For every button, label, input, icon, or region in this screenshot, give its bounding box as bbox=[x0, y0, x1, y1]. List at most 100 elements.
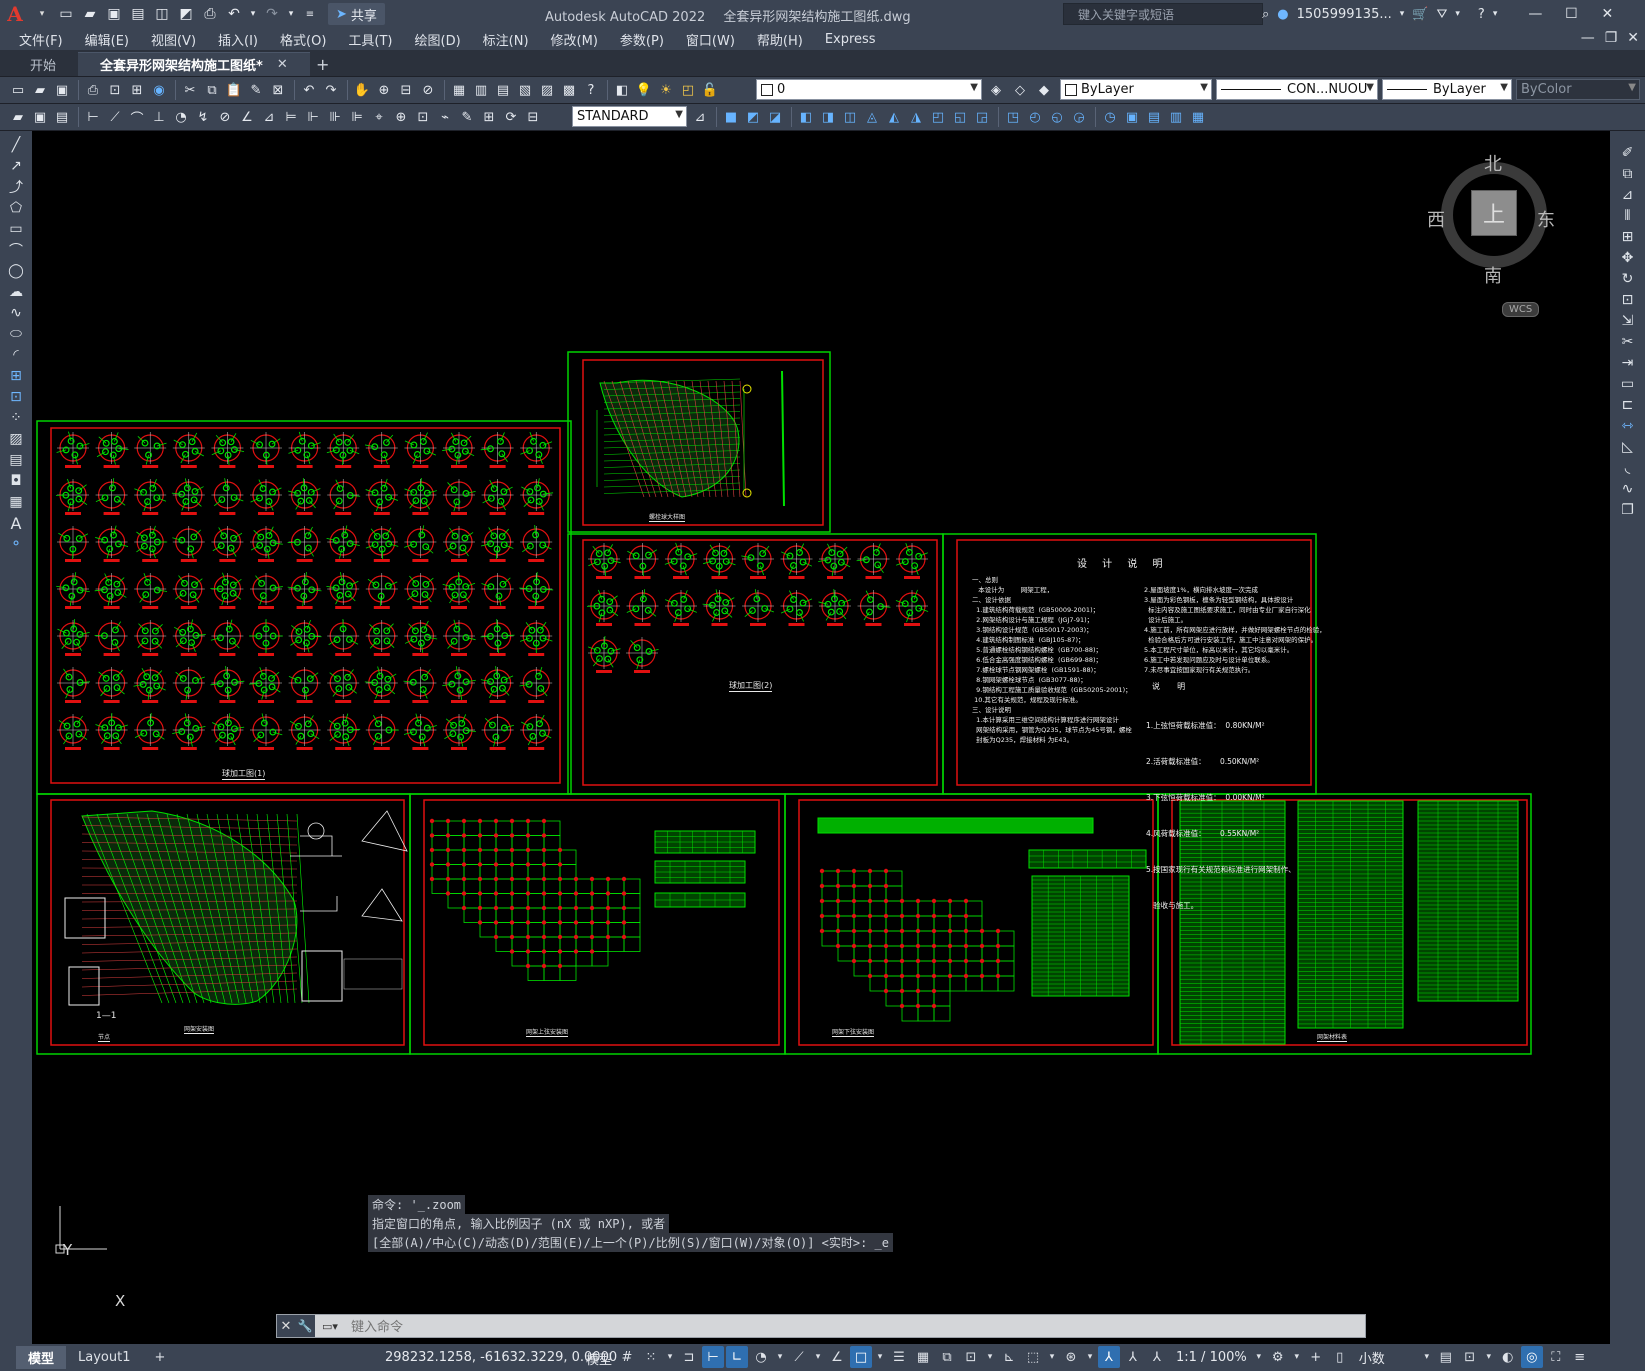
customization-icon[interactable]: ≡ bbox=[1569, 1346, 1591, 1368]
pan-icon[interactable]: ✋ bbox=[352, 80, 372, 100]
hardware-acceleration-icon[interactable]: ◎ bbox=[1520, 1346, 1543, 1368]
save-web-icon[interactable]: ◩ bbox=[175, 3, 197, 25]
3d-align-icon[interactable]: ◵ bbox=[1047, 107, 1067, 127]
region-icon[interactable]: ◘ bbox=[4, 471, 28, 491]
undo-dropdown-icon[interactable]: ▾ bbox=[247, 3, 259, 25]
save-toolbar-icon[interactable]: ▣ bbox=[52, 80, 72, 100]
solid-cone-icon[interactable]: ◪ bbox=[765, 107, 785, 127]
annotation-scale-icon[interactable]: ⅄ bbox=[1146, 1346, 1168, 1368]
construction-line-icon[interactable]: ↗ bbox=[4, 156, 28, 176]
solid-box-icon[interactable]: ■ bbox=[721, 107, 741, 127]
infer-constraints-icon[interactable]: ⊐ bbox=[678, 1346, 700, 1368]
tab-start[interactable]: 开始 bbox=[8, 52, 79, 76]
add-layout-icon[interactable]: + bbox=[142, 1348, 177, 1367]
compass-east[interactable]: 东 bbox=[1537, 206, 1555, 232]
redo-icon[interactable]: ↷ bbox=[261, 3, 283, 25]
dynamic-input-icon[interactable]: ⊢ bbox=[702, 1346, 724, 1368]
recent-commands-icon[interactable]: ▭▾ bbox=[315, 1315, 345, 1337]
save-as-icon[interactable]: ▤ bbox=[127, 3, 149, 25]
point-icon[interactable]: ⁘ bbox=[4, 408, 28, 428]
model-space-toggle[interactable]: 模型 bbox=[586, 1349, 612, 1368]
insert-block-icon[interactable]: ⊞ bbox=[4, 366, 28, 386]
compass-west[interactable]: 西 bbox=[1427, 206, 1445, 232]
menu-express[interactable]: Express bbox=[814, 32, 887, 47]
cursor-coordinates[interactable]: 298232.1258, -61632.3229, 0.0000 bbox=[385, 1350, 617, 1365]
tab-model[interactable]: 模型 bbox=[16, 1346, 67, 1369]
zoom-realtime-icon[interactable]: ⊕ bbox=[374, 80, 394, 100]
help-toolbar-icon[interactable]: ? bbox=[581, 80, 601, 100]
dim-break-icon[interactable]: ⊫ bbox=[347, 107, 367, 127]
dim-edit-icon[interactable]: ✎ bbox=[457, 107, 477, 127]
undo-icon[interactable]: ↶ bbox=[223, 3, 245, 25]
compass-south[interactable]: 南 bbox=[1484, 262, 1502, 288]
menu-edit[interactable]: 编辑(E) bbox=[74, 30, 140, 49]
union-icon[interactable]: ◮ bbox=[906, 107, 926, 127]
3d-dwf-icon[interactable]: ◉ bbox=[149, 80, 169, 100]
gizmo-dropdown-icon[interactable]: ▾ bbox=[1084, 1346, 1096, 1368]
dim-angular-icon[interactable]: ∠ bbox=[237, 107, 257, 127]
app-menu-dropdown-icon[interactable]: ▾ bbox=[31, 3, 53, 25]
layer-on-icon[interactable]: 💡 bbox=[634, 80, 654, 100]
layer-properties-icon[interactable]: ◧ bbox=[612, 80, 632, 100]
user-name[interactable]: 1505999135... bbox=[1297, 7, 1392, 22]
sweep-icon[interactable]: ◫ bbox=[840, 107, 860, 127]
command-line-close-icon[interactable]: ✕ bbox=[277, 1315, 295, 1337]
units-value[interactable]: 小数 bbox=[1359, 1348, 1385, 1367]
polygon-icon[interactable]: ⬠ bbox=[4, 198, 28, 218]
doc-minimize-button[interactable]: — bbox=[1581, 30, 1595, 46]
workspace-switch-icon[interactable]: ⚙ bbox=[1267, 1346, 1289, 1368]
add-selected-icon[interactable]: ⚬ bbox=[4, 534, 28, 554]
doc-close-button[interactable]: ✕ bbox=[1627, 30, 1639, 46]
make-current-layer-icon[interactable]: ◈ bbox=[986, 80, 1006, 100]
markup-icon[interactable]: ▨ bbox=[537, 80, 557, 100]
selection-filter-icon[interactable]: ⬚ bbox=[1022, 1346, 1044, 1368]
copy-object-icon[interactable]: ⧉ bbox=[1616, 164, 1640, 184]
3d-array-icon[interactable]: ◶ bbox=[1069, 107, 1089, 127]
dim-ordinate-icon[interactable]: ⊥ bbox=[149, 107, 169, 127]
dim-baseline-icon[interactable]: ⊨ bbox=[281, 107, 301, 127]
array-icon[interactable]: ⊞ bbox=[1616, 227, 1640, 247]
dynamic-ucs-icon[interactable]: ⊾ bbox=[998, 1346, 1020, 1368]
dim-update-icon[interactable]: ⟳ bbox=[501, 107, 521, 127]
print-icon[interactable]: ⎙ bbox=[83, 80, 103, 100]
layer-viewport-icon[interactable]: ◰ bbox=[678, 80, 698, 100]
tolerance-icon[interactable]: ⌖ bbox=[369, 107, 389, 127]
layer-match-icon[interactable]: ◆ bbox=[1034, 80, 1054, 100]
layer-lock-icon[interactable]: 🔓 bbox=[700, 80, 720, 100]
new-file-icon[interactable]: ▭ bbox=[55, 3, 77, 25]
new-tab-button[interactable]: + bbox=[310, 52, 336, 76]
menu-file[interactable]: 文件(F) bbox=[8, 30, 74, 49]
offset-icon[interactable]: ⫴ bbox=[1616, 206, 1640, 226]
tab-close-icon[interactable]: ✕ bbox=[277, 57, 288, 72]
blend-icon[interactable]: ∿ bbox=[1616, 479, 1640, 499]
extend-icon[interactable]: ⇥ bbox=[1616, 353, 1640, 373]
stretch-icon[interactable]: ⇲ bbox=[1616, 311, 1640, 331]
menu-view[interactable]: 视图(V) bbox=[140, 30, 207, 49]
move-icon[interactable]: ✥ bbox=[1616, 248, 1640, 268]
menu-modify[interactable]: 修改(M) bbox=[540, 30, 609, 49]
minimize-button[interactable]: — bbox=[1521, 6, 1549, 22]
inspection-icon[interactable]: ⊡ bbox=[413, 107, 433, 127]
grid-icon[interactable]: # bbox=[616, 1346, 638, 1368]
maximize-button[interactable]: ☐ bbox=[1557, 6, 1585, 22]
ellipse-arc-icon[interactable]: ◜ bbox=[4, 345, 28, 365]
isodraft-icon[interactable]: ⟋ bbox=[788, 1346, 810, 1368]
compass-north[interactable]: 北 bbox=[1484, 150, 1502, 176]
plotstyle-dropdown[interactable]: ByColor ▼ bbox=[1516, 79, 1640, 100]
scale-icon[interactable]: ⊡ bbox=[1616, 290, 1640, 310]
loft-icon[interactable]: ◬ bbox=[862, 107, 882, 127]
quick-properties-icon[interactable]: ▤ bbox=[1435, 1346, 1457, 1368]
3d-thicken-icon[interactable]: ▤ bbox=[1144, 107, 1164, 127]
menu-help[interactable]: 帮助(H) bbox=[746, 30, 814, 49]
dim-arc-icon[interactable]: ⌒ bbox=[127, 107, 147, 127]
publish-icon[interactable]: ⊞ bbox=[127, 80, 147, 100]
design-center-icon[interactable]: ▥ bbox=[471, 80, 491, 100]
help-icon[interactable]: ? bbox=[1478, 7, 1485, 22]
tab-drawing[interactable]: 全套异形网架结构施工图纸* ✕ bbox=[78, 52, 310, 76]
redo-dropdown-icon[interactable]: ▾ bbox=[285, 3, 297, 25]
lineweight-dropdown[interactable]: ByLayer ▼ bbox=[1382, 79, 1512, 100]
menu-format[interactable]: 格式(O) bbox=[269, 30, 337, 49]
hatch-icon[interactable]: ▨ bbox=[4, 429, 28, 449]
match-properties-icon[interactable]: ✎ bbox=[246, 80, 266, 100]
dim-continue-icon[interactable]: ⊩ bbox=[303, 107, 323, 127]
